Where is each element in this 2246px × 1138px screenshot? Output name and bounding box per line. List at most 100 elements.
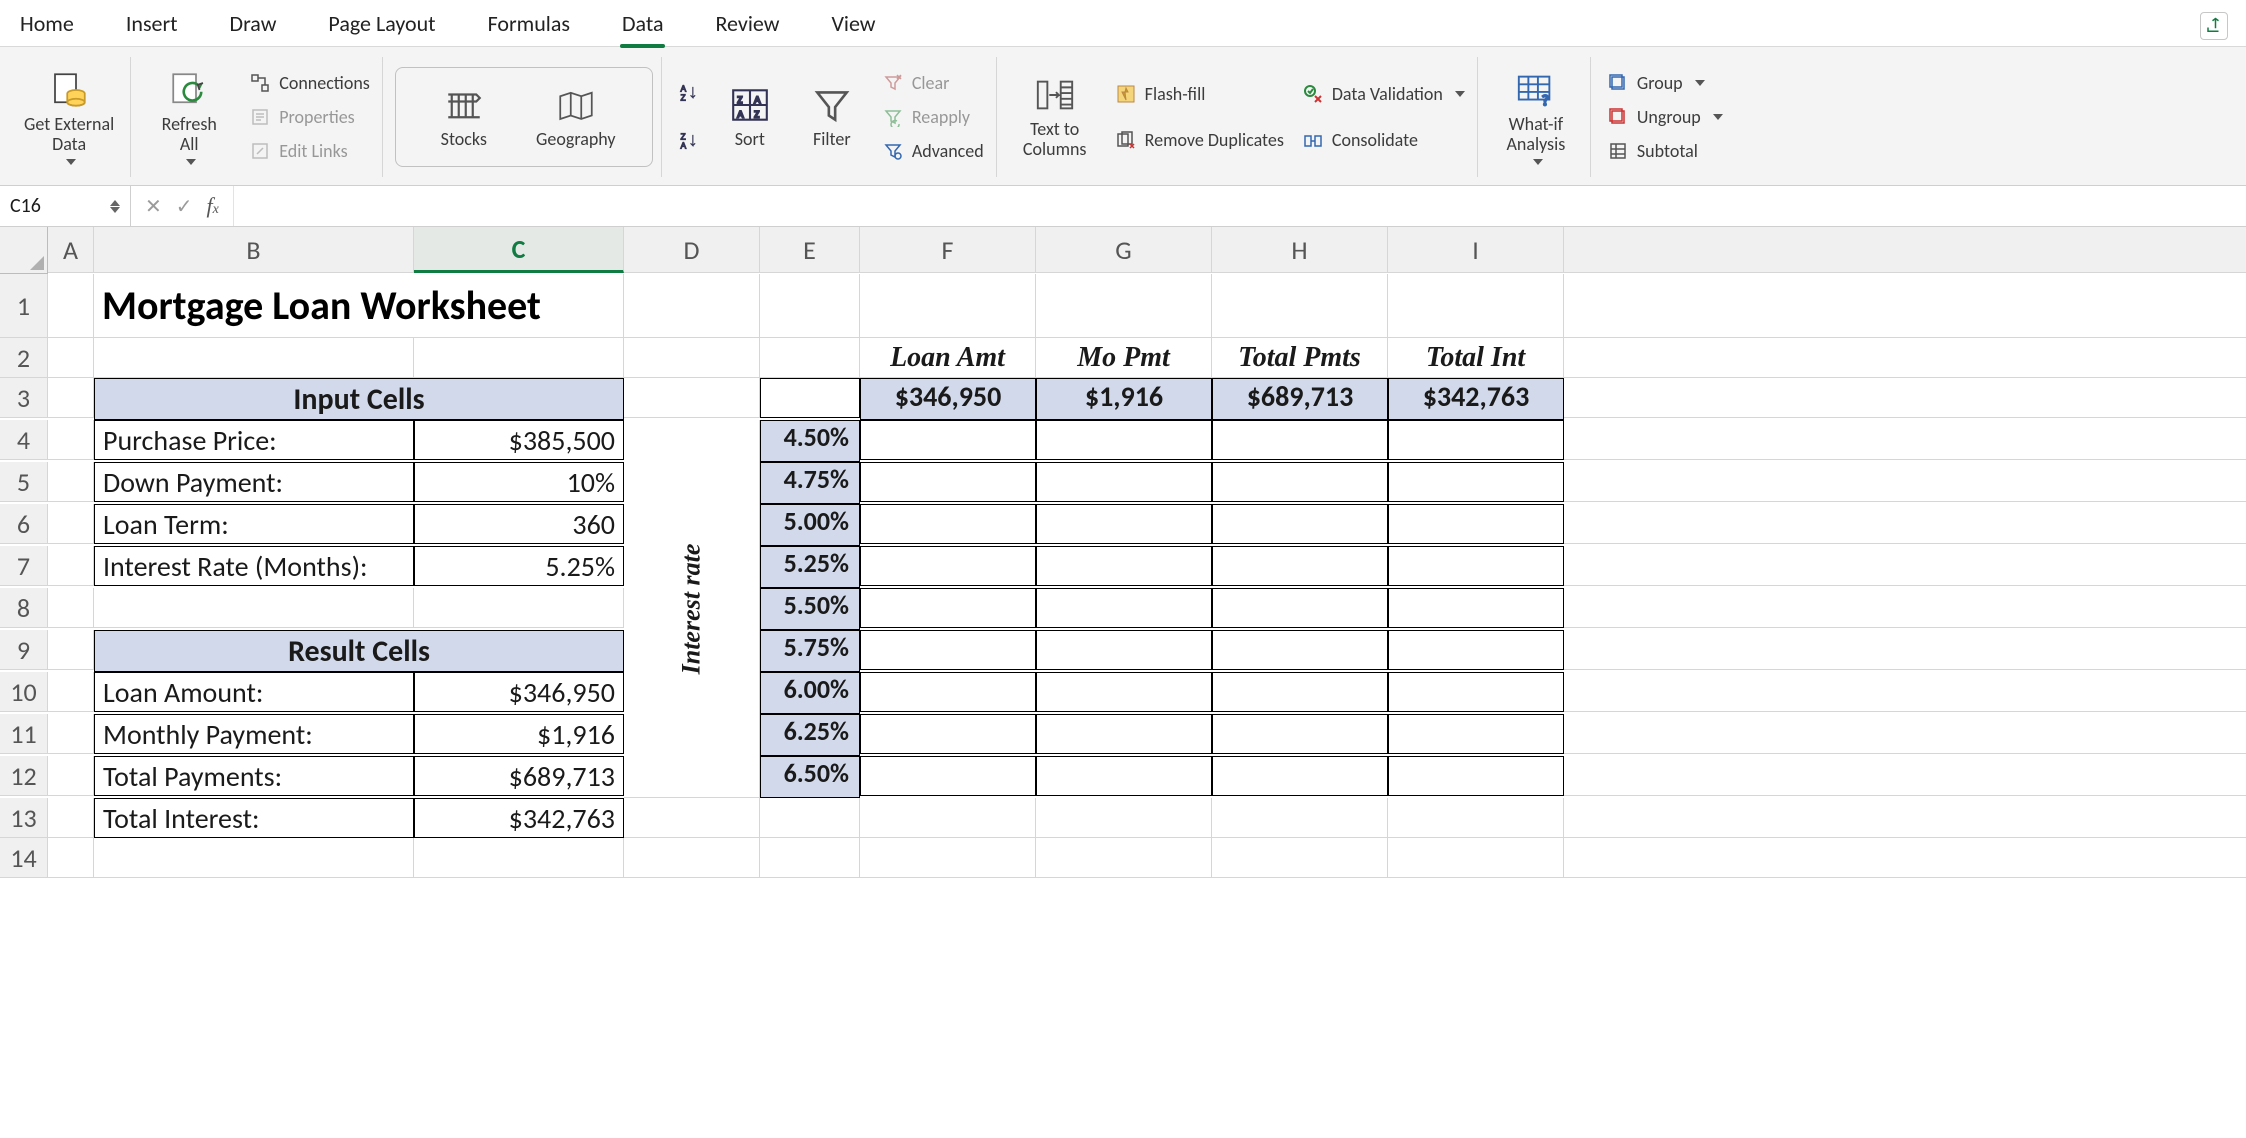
- row-header-5[interactable]: 5: [0, 462, 48, 502]
- tab-review[interactable]: Review: [713, 6, 781, 47]
- cell-E5[interactable]: 4.75%: [760, 462, 860, 504]
- row-header-14[interactable]: 14: [0, 838, 48, 878]
- geography-button[interactable]: Geography: [528, 72, 624, 162]
- cell-F6[interactable]: [860, 504, 1036, 544]
- cell-A1[interactable]: [48, 274, 94, 338]
- cell-overflow-4[interactable]: [1564, 420, 2246, 460]
- cell-G5[interactable]: [1036, 462, 1212, 502]
- edit-links-button[interactable]: Edit Links: [245, 138, 374, 164]
- row-header-9[interactable]: 9: [0, 630, 48, 670]
- tab-page-layout[interactable]: Page Layout: [326, 6, 437, 47]
- cell-G6[interactable]: [1036, 504, 1212, 544]
- cell-overflow-7[interactable]: [1564, 546, 2246, 586]
- name-box-spinner[interactable]: [110, 200, 120, 213]
- cell-H11[interactable]: [1212, 714, 1388, 754]
- data-validation-button[interactable]: Data Validation: [1298, 81, 1469, 107]
- cell-H4[interactable]: [1212, 420, 1388, 460]
- cell-E1[interactable]: [760, 274, 860, 338]
- cell-E8[interactable]: 5.50%: [760, 588, 860, 630]
- cell-F2[interactable]: Loan Amt: [860, 338, 1036, 378]
- cell-E14[interactable]: [760, 838, 860, 878]
- cell-B14[interactable]: [94, 838, 414, 878]
- cell-I2[interactable]: Total Int: [1388, 338, 1564, 378]
- cancel-icon[interactable]: ✕: [145, 194, 162, 219]
- cell-B5[interactable]: Down Payment:: [94, 462, 414, 502]
- row-header-7[interactable]: 7: [0, 546, 48, 586]
- cell-B11[interactable]: Monthly Payment:: [94, 714, 414, 754]
- row-header-8[interactable]: 8: [0, 588, 48, 628]
- row-header-11[interactable]: 11: [0, 714, 48, 754]
- cell-C12[interactable]: $689,713: [414, 756, 624, 796]
- cell-F10[interactable]: [860, 672, 1036, 712]
- cell-A3[interactable]: [48, 378, 94, 418]
- cell-A5[interactable]: [48, 462, 94, 502]
- cell-B1[interactable]: Mortgage Loan Worksheet: [94, 274, 624, 338]
- tab-view[interactable]: View: [829, 6, 877, 47]
- cell-overflow-2[interactable]: [1564, 338, 2246, 378]
- formula-input[interactable]: [234, 186, 2246, 226]
- row-header-10[interactable]: 10: [0, 672, 48, 712]
- cell-B3[interactable]: Input Cells: [94, 378, 624, 420]
- consolidate-button[interactable]: Consolidate: [1298, 127, 1469, 153]
- cell-F13[interactable]: [860, 798, 1036, 838]
- cell-I8[interactable]: [1388, 588, 1564, 628]
- cell-I7[interactable]: [1388, 546, 1564, 586]
- cell-overflow-12[interactable]: [1564, 756, 2246, 796]
- cell-F14[interactable]: [860, 838, 1036, 878]
- cell-I1[interactable]: [1388, 274, 1564, 338]
- sort-button[interactable]: ZAAZ Sort: [714, 55, 786, 179]
- cell-C2[interactable]: [414, 338, 624, 378]
- cell-C10[interactable]: $346,950: [414, 672, 624, 712]
- col-header-I[interactable]: I: [1388, 227, 1564, 273]
- cell-D2[interactable]: [624, 338, 760, 378]
- cell-F1[interactable]: [860, 274, 1036, 338]
- cell-B9[interactable]: Result Cells: [94, 630, 624, 672]
- cell-I11[interactable]: [1388, 714, 1564, 754]
- cell-H7[interactable]: [1212, 546, 1388, 586]
- cell-G4[interactable]: [1036, 420, 1212, 460]
- refresh-all-button[interactable]: Refresh All: [143, 55, 235, 179]
- row-header-6[interactable]: 6: [0, 504, 48, 544]
- properties-button[interactable]: Properties: [245, 104, 374, 130]
- cell-C8[interactable]: [414, 588, 624, 628]
- cell-overflow-14[interactable]: [1564, 838, 2246, 878]
- cell-G10[interactable]: [1036, 672, 1212, 712]
- share-button[interactable]: [2200, 12, 2228, 40]
- cell-F4[interactable]: [860, 420, 1036, 460]
- cell-H14[interactable]: [1212, 838, 1388, 878]
- cell-D4[interactable]: Interest rate: [624, 420, 760, 798]
- sort-asc-button[interactable]: AZ: [674, 80, 704, 106]
- cell-overflow-6[interactable]: [1564, 504, 2246, 544]
- cell-B13[interactable]: Total Interest:: [94, 798, 414, 838]
- spreadsheet-grid[interactable]: A B C D E F G H I 1 Mortgage Loan Worksh…: [0, 227, 2246, 878]
- cell-I4[interactable]: [1388, 420, 1564, 460]
- cell-G1[interactable]: [1036, 274, 1212, 338]
- advanced-filter-button[interactable]: Advanced: [878, 138, 988, 164]
- clear-filter-button[interactable]: Clear: [878, 70, 988, 96]
- flash-fill-button[interactable]: Flash-fill: [1111, 81, 1288, 107]
- group-button[interactable]: Group: [1603, 70, 1727, 96]
- cell-A8[interactable]: [48, 588, 94, 628]
- cell-I14[interactable]: [1388, 838, 1564, 878]
- cell-G3[interactable]: $1,916: [1036, 378, 1212, 420]
- cell-E13[interactable]: [760, 798, 860, 838]
- fx-icon[interactable]: fx: [207, 193, 219, 219]
- cell-G14[interactable]: [1036, 838, 1212, 878]
- cell-D13[interactable]: [624, 798, 760, 838]
- cell-overflow-9[interactable]: [1564, 630, 2246, 670]
- cell-F5[interactable]: [860, 462, 1036, 502]
- cell-F8[interactable]: [860, 588, 1036, 628]
- row-header-1[interactable]: 1: [0, 274, 48, 338]
- cell-I10[interactable]: [1388, 672, 1564, 712]
- cell-overflow-10[interactable]: [1564, 672, 2246, 712]
- cell-B7[interactable]: Interest Rate (Months):: [94, 546, 414, 586]
- cell-B6[interactable]: Loan Term:: [94, 504, 414, 544]
- cell-B4[interactable]: Purchase Price:: [94, 420, 414, 460]
- tab-home[interactable]: Home: [18, 6, 76, 47]
- cell-A6[interactable]: [48, 504, 94, 544]
- cell-G13[interactable]: [1036, 798, 1212, 838]
- cell-E3[interactable]: [760, 378, 860, 418]
- cell-E7[interactable]: 5.25%: [760, 546, 860, 588]
- enter-icon[interactable]: ✓: [176, 194, 193, 219]
- cell-C4[interactable]: $385,500: [414, 420, 624, 460]
